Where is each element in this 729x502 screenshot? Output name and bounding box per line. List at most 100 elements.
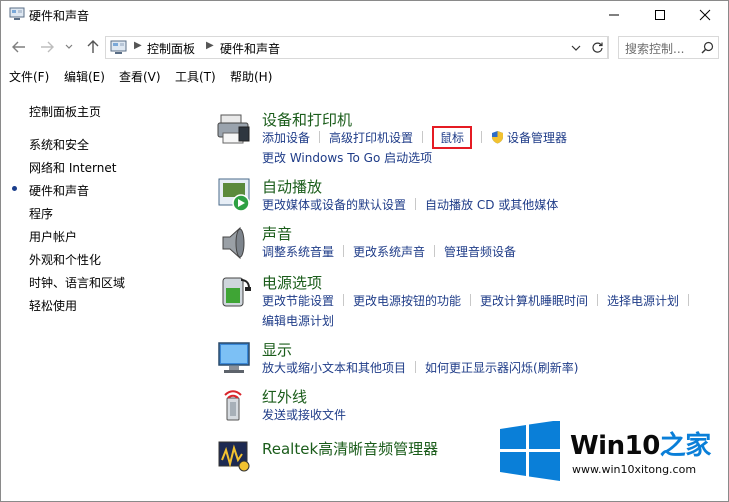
category-title[interactable]: 红外线 xyxy=(262,386,307,407)
minimize-button[interactable] xyxy=(591,1,637,29)
choose-power-plan-link[interactable]: 选择电源计划 xyxy=(607,292,679,309)
windows-logo-icon xyxy=(500,421,560,481)
search-placeholder: 搜索控制... xyxy=(625,42,685,56)
power-button-function-link[interactable]: 更改电源按钮的功能 xyxy=(353,292,461,309)
link-row: 编辑电源计划 xyxy=(262,312,334,329)
link-separator xyxy=(319,131,321,143)
arrow-left-icon xyxy=(12,41,25,53)
link-row: 更改节能设置 更改电源按钮的功能 更改计算机睡眠时间 选择电源计划 xyxy=(262,292,698,309)
autoplay-icon xyxy=(218,178,250,212)
menu-tools[interactable]: 工具(T) xyxy=(175,68,216,85)
sleep-time-link[interactable]: 更改计算机睡眠时间 xyxy=(480,292,588,309)
link-row: 更改 Windows To Go 启动选项 xyxy=(262,149,432,166)
sidebar-item-programs[interactable]: 程序 xyxy=(29,205,53,222)
battery-icon xyxy=(222,277,251,307)
link-separator xyxy=(422,131,424,143)
change-media-defaults-link[interactable]: 更改媒体或设备的默认设置 xyxy=(262,196,406,213)
edit-power-plan-link[interactable]: 编辑电源计划 xyxy=(262,312,334,329)
refresh-button[interactable] xyxy=(588,36,608,59)
sidebar-item-appearance[interactable]: 外观和个性化 xyxy=(29,251,101,268)
maximize-button[interactable] xyxy=(637,1,683,29)
category-title[interactable]: 自动播放 xyxy=(262,176,322,197)
refresh-icon xyxy=(592,42,603,53)
breadcrumb-separator-icon[interactable]: ▶ xyxy=(134,40,142,51)
breadcrumb-hardware-sound[interactable]: 硬件和声音 xyxy=(220,40,280,57)
link-separator xyxy=(470,294,472,306)
infrared-icon xyxy=(224,390,242,421)
link-separator xyxy=(481,131,483,143)
sidebar-item-system-security[interactable]: 系统和安全 xyxy=(29,136,89,153)
title-bar[interactable]: 硬件和声音 xyxy=(1,1,728,29)
forward-button[interactable] xyxy=(37,37,57,57)
breadcrumb-separator-icon[interactable]: ▶ xyxy=(206,40,214,51)
back-button[interactable] xyxy=(9,37,29,57)
adjust-volume-link[interactable]: 调整系统音量 xyxy=(262,243,334,260)
menu-file[interactable]: 文件(F) xyxy=(9,68,49,85)
sidebar-item-user-accounts[interactable]: 用户帐户 xyxy=(29,228,77,245)
search-icon xyxy=(701,41,714,54)
send-receive-files-link[interactable]: 发送或接收文件 xyxy=(262,406,346,423)
watermark-url: www.win10xitong.com xyxy=(572,463,697,476)
menu-edit[interactable]: 编辑(E) xyxy=(64,68,105,85)
link-row: 添加设备 高级打印机设置 鼠标 设备管理器 xyxy=(262,126,567,149)
category-title[interactable]: 电源选项 xyxy=(262,272,322,293)
realtek-audio-icon xyxy=(218,441,250,472)
address-bar[interactable]: ▶ 控制面板 ▶ 硬件和声音 xyxy=(105,36,609,59)
watermark-brand: Win10 xyxy=(570,431,660,461)
active-bullet-icon xyxy=(12,186,17,191)
windows-to-go-link[interactable]: 更改 Windows To Go 启动选项 xyxy=(262,149,432,166)
sidebar-item-clock-region[interactable]: 时钟、语言和区域 xyxy=(29,274,125,291)
menu-help[interactable]: 帮助(H) xyxy=(230,68,272,85)
menu-bar: 文件(F) 编辑(E) 查看(V) 工具(T) 帮助(H) xyxy=(1,65,728,87)
advanced-printer-settings-link[interactable]: 高级打印机设置 xyxy=(329,129,413,146)
control-panel-icon xyxy=(9,7,25,20)
change-power-saving-link[interactable]: 更改节能设置 xyxy=(262,292,334,309)
printer-icon xyxy=(217,114,250,144)
close-button[interactable] xyxy=(682,1,728,29)
sidebar-home-link[interactable]: 控制面板主页 xyxy=(29,103,101,120)
category-title[interactable]: 声音 xyxy=(262,223,292,244)
refresh-rate-link[interactable]: 如何更正显示器闪烁(刷新率) xyxy=(425,359,578,376)
sidebar-item-network[interactable]: 网络和 Internet xyxy=(29,159,116,176)
link-separator xyxy=(434,245,436,257)
search-box[interactable]: 搜索控制... xyxy=(618,36,719,59)
sidebar-item-ease-of-access[interactable]: 轻松使用 xyxy=(29,297,77,314)
minimize-icon xyxy=(609,14,619,16)
link-row: 调整系统音量 更改系统声音 管理音频设备 xyxy=(262,243,516,260)
recent-locations-button[interactable] xyxy=(62,37,76,57)
link-separator xyxy=(415,361,417,373)
speaker-icon xyxy=(222,226,245,260)
control-panel-window: 硬件和声音 ▶ 控制面板 ▶ 硬件和声音 搜索控制... 文件(F) 编辑(E)… xyxy=(0,0,729,502)
link-row: 更改媒体或设备的默认设置 自动播放 CD 或其他媒体 xyxy=(262,196,558,213)
link-separator xyxy=(343,294,345,306)
category-title[interactable]: 设备和打印机 xyxy=(262,109,352,130)
watermark-title: Win10之家 xyxy=(570,425,711,462)
chevron-down-icon xyxy=(571,45,581,51)
link-row: 发送或接收文件 xyxy=(262,406,346,423)
link-separator xyxy=(688,294,690,306)
monitor-icon xyxy=(218,342,250,373)
device-manager-link[interactable]: 设备管理器 xyxy=(507,129,567,146)
manage-audio-devices-link[interactable]: 管理音频设备 xyxy=(444,243,516,260)
maximize-icon xyxy=(655,10,665,20)
close-icon xyxy=(699,9,711,21)
menu-view[interactable]: 查看(V) xyxy=(119,68,161,85)
chevron-down-icon xyxy=(65,44,73,49)
arrow-up-icon xyxy=(87,40,99,53)
mouse-link[interactable]: 鼠标 xyxy=(432,126,473,149)
add-device-link[interactable]: 添加设备 xyxy=(262,129,310,146)
category-title[interactable]: 显示 xyxy=(262,339,292,360)
navigation-bar: ▶ 控制面板 ▶ 硬件和声音 搜索控制... xyxy=(1,31,728,63)
change-system-sounds-link[interactable]: 更改系统声音 xyxy=(353,243,425,260)
breadcrumb-control-panel[interactable]: 控制面板 xyxy=(147,40,195,57)
link-separator xyxy=(415,198,417,210)
control-panel-icon xyxy=(110,40,127,54)
category-title[interactable]: Realtek高清晰音频管理器 xyxy=(262,438,438,459)
text-size-link[interactable]: 放大或缩小文本和其他项目 xyxy=(262,359,406,376)
link-separator xyxy=(343,245,345,257)
sidebar-item-hardware-sound[interactable]: 硬件和声音 xyxy=(29,182,89,199)
autoplay-cd-link[interactable]: 自动播放 CD 或其他媒体 xyxy=(425,196,558,213)
address-history-button[interactable] xyxy=(567,36,585,59)
window-title: 硬件和声音 xyxy=(29,9,90,23)
up-button[interactable] xyxy=(83,37,103,57)
